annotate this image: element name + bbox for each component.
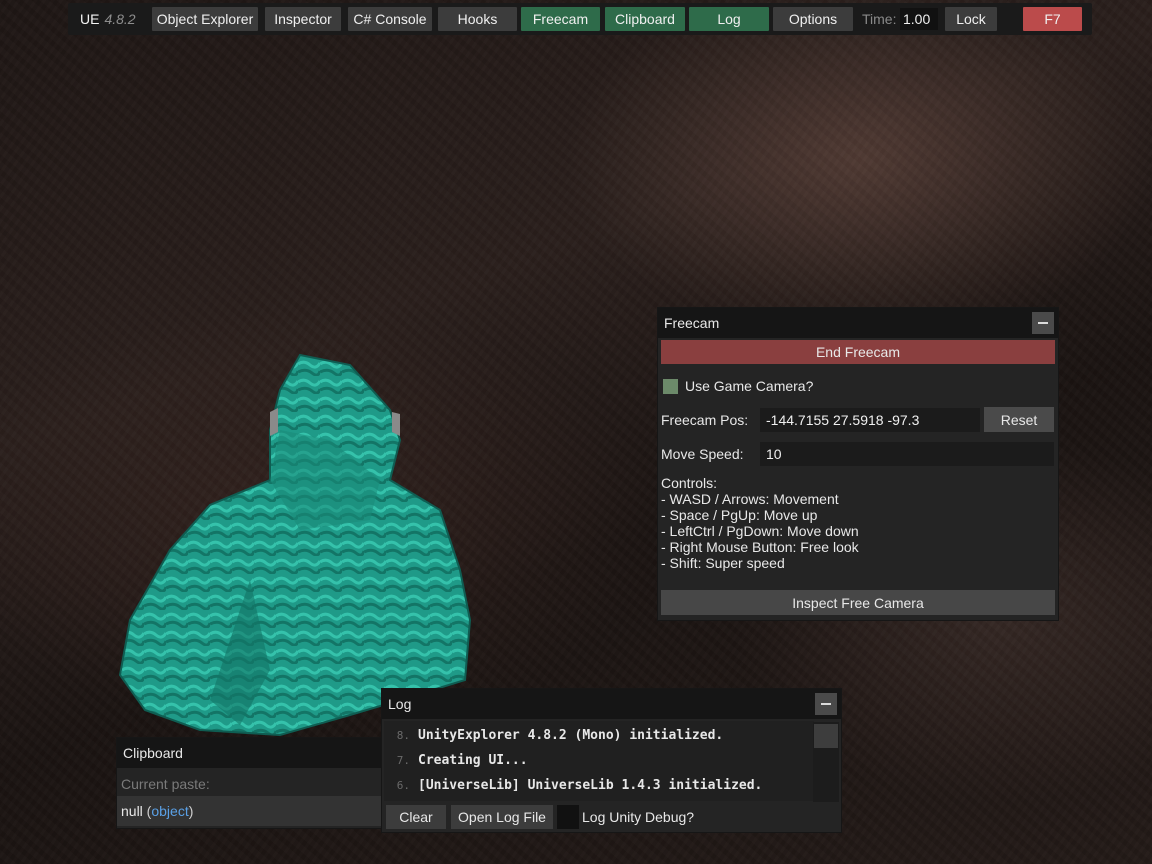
log-entry: 7. Creating UI... bbox=[384, 748, 528, 772]
current-paste-label: Current paste: bbox=[121, 776, 210, 792]
controls-line: Controls: bbox=[661, 475, 718, 491]
log-unity-debug-label: Log Unity Debug? bbox=[582, 809, 695, 825]
nav-freecam[interactable]: Freecam bbox=[521, 7, 600, 31]
log-entry-number: 7. bbox=[396, 753, 410, 767]
nav-object-explorer[interactable]: Object Explorer bbox=[152, 7, 258, 31]
paste-null-text: null bbox=[121, 803, 143, 819]
inspect-free-camera-button[interactable]: Inspect Free Camera bbox=[661, 590, 1055, 615]
nav-clipboard[interactable]: Clipboard bbox=[605, 7, 685, 31]
top-navbar: UE 4.8.2 Object Explorer Inspector C# Co… bbox=[68, 3, 1092, 35]
nav-hooks[interactable]: Hooks bbox=[438, 7, 517, 31]
freecam-title: Freecam bbox=[664, 315, 720, 331]
clipboard-title: Clipboard bbox=[123, 745, 183, 761]
nav-csharp-console[interactable]: C# Console bbox=[348, 7, 432, 31]
time-scale-input[interactable]: 1.00 bbox=[900, 8, 938, 30]
log-scrollbar[interactable] bbox=[813, 722, 839, 802]
controls-help: Controls: - WASD / Arrows: Movement - Sp… bbox=[661, 475, 859, 571]
log-entry-text: [UniverseLib] UniverseLib 1.4.3 initiali… bbox=[418, 777, 763, 793]
log-minimize-button[interactable] bbox=[815, 693, 837, 715]
character-model bbox=[118, 353, 472, 737]
nav-inspector[interactable]: Inspector bbox=[265, 7, 341, 31]
use-game-camera-label: Use Game Camera? bbox=[685, 378, 814, 394]
controls-line: - Right Mouse Button: Free look bbox=[661, 539, 859, 555]
log-unity-debug-checkbox[interactable] bbox=[557, 805, 579, 829]
log-entry-text: Creating UI... bbox=[418, 752, 528, 768]
controls-line: - WASD / Arrows: Movement bbox=[661, 491, 839, 507]
toggle-ui-button[interactable]: F7 bbox=[1023, 7, 1082, 31]
freecam-pos-input[interactable]: -144.7155 27.5918 -97.3 bbox=[760, 408, 980, 432]
paste-paren-close: ) bbox=[188, 803, 194, 819]
move-speed-input[interactable]: 10 bbox=[760, 442, 1054, 466]
controls-line: - Space / PgUp: Move up bbox=[661, 507, 818, 523]
clear-log-button[interactable]: Clear bbox=[386, 805, 446, 829]
freecam-pos-label: Freecam Pos: bbox=[661, 412, 749, 428]
log-title: Log bbox=[388, 696, 412, 712]
current-paste-value[interactable]: null ( object ) bbox=[117, 796, 387, 826]
log-scrollbar-thumb[interactable] bbox=[814, 724, 838, 748]
freecam-minimize-button[interactable] bbox=[1032, 312, 1054, 334]
move-speed-label: Move Speed: bbox=[661, 446, 744, 462]
clipboard-titlebar[interactable]: Clipboard bbox=[117, 738, 387, 768]
log-titlebar[interactable]: Log bbox=[382, 689, 841, 719]
log-entry-number: 6. bbox=[396, 778, 410, 792]
paste-paren-open: ( bbox=[142, 803, 152, 819]
controls-line: - Shift: Super speed bbox=[661, 555, 785, 571]
end-freecam-button[interactable]: End Freecam bbox=[661, 340, 1055, 364]
log-panel: Log 8. UnityExplorer 4.8.2 (Mono) initia… bbox=[381, 688, 842, 833]
reset-pos-button[interactable]: Reset bbox=[984, 407, 1054, 432]
log-entry: 6. [UniverseLib] UniverseLib 1.4.3 initi… bbox=[384, 773, 763, 797]
time-label: Time: bbox=[862, 11, 897, 27]
app-version: 4.8.2 bbox=[104, 11, 136, 27]
freecam-panel: Freecam End Freecam Use Game Camera? Fre… bbox=[657, 307, 1059, 621]
log-entry-text: UnityExplorer 4.8.2 (Mono) initialized. bbox=[418, 727, 724, 743]
clipboard-panel: Clipboard Current paste: null ( object ) bbox=[116, 737, 388, 829]
freecam-titlebar[interactable]: Freecam bbox=[658, 308, 1058, 338]
controls-line: - LeftCtrl / PgDown: Move down bbox=[661, 523, 859, 539]
paste-type-text: object bbox=[151, 803, 189, 819]
app-title: UE 4.8.2 bbox=[80, 7, 136, 31]
log-entry-number: 8. bbox=[396, 728, 410, 742]
nav-options[interactable]: Options bbox=[773, 7, 853, 31]
log-entry: 8. UnityExplorer 4.8.2 (Mono) initialize… bbox=[384, 723, 724, 747]
log-list[interactable]: 8. UnityExplorer 4.8.2 (Mono) initialize… bbox=[384, 721, 814, 801]
app-name: UE bbox=[80, 11, 100, 27]
nav-log[interactable]: Log bbox=[689, 7, 769, 31]
use-game-camera-checkbox[interactable] bbox=[663, 378, 678, 394]
lock-button[interactable]: Lock bbox=[945, 7, 997, 31]
open-log-file-button[interactable]: Open Log File bbox=[451, 805, 553, 829]
